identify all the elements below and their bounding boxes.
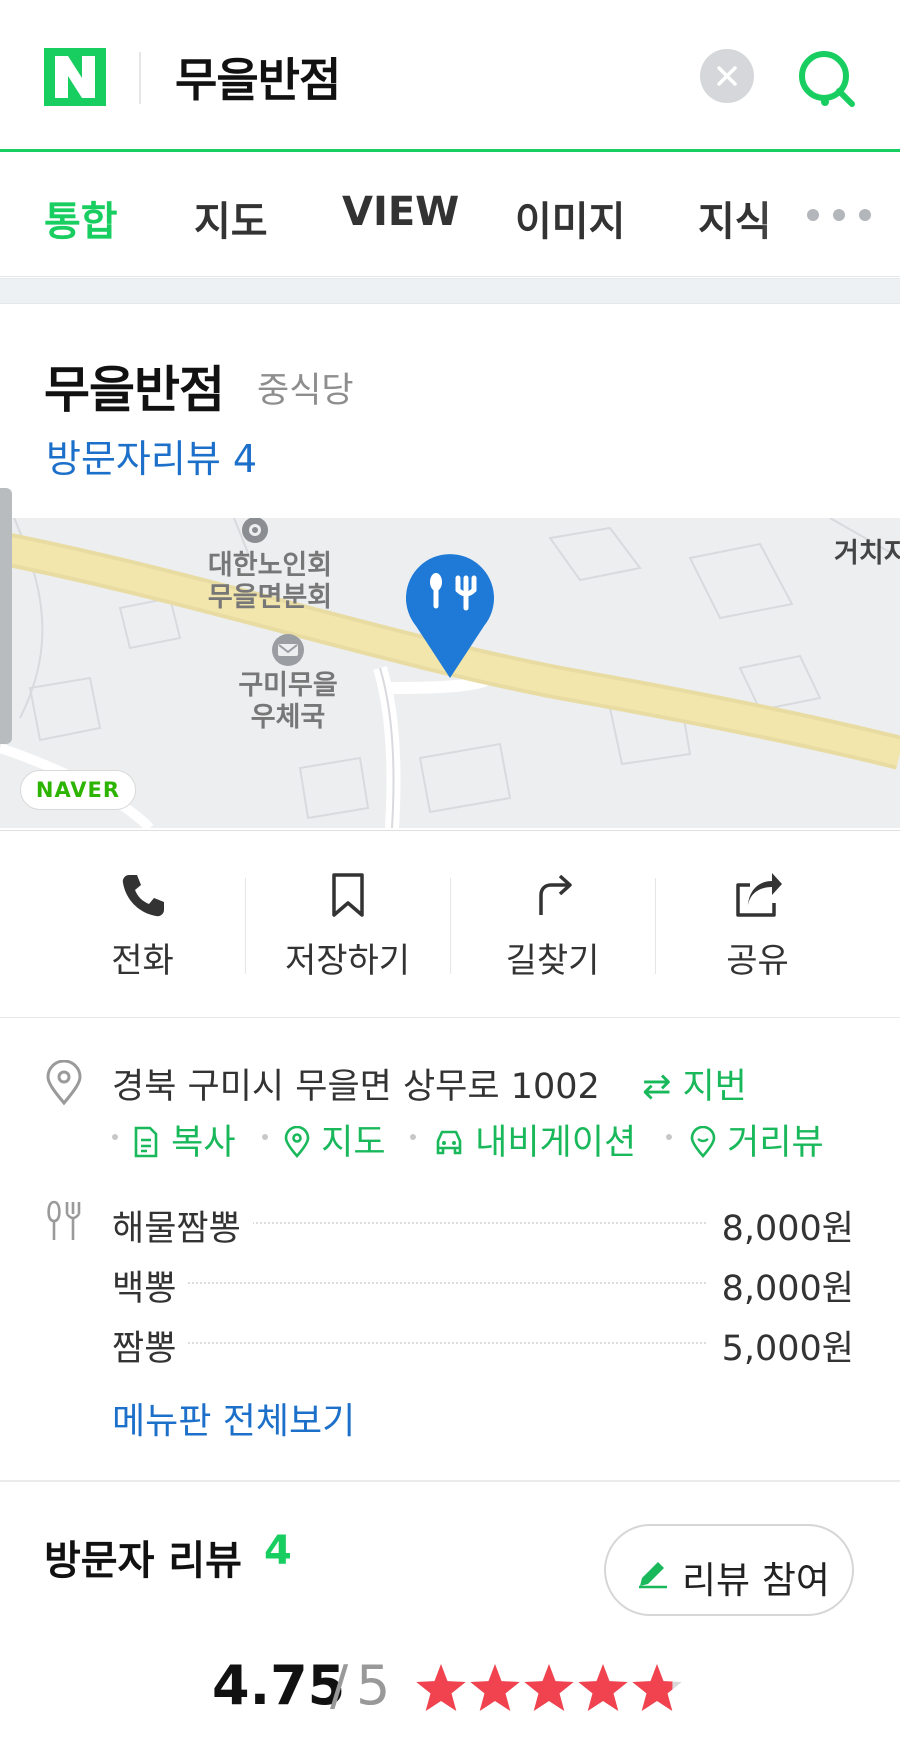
link-dot bbox=[666, 1134, 672, 1140]
tab-images[interactable]: 이미지 bbox=[515, 189, 625, 247]
tab-view[interactable]: VIEW bbox=[342, 189, 459, 235]
share-label: 공유 bbox=[726, 941, 789, 981]
navigation-link[interactable]: 내비게이션 bbox=[434, 1114, 636, 1165]
map-label: 지도 bbox=[321, 1123, 386, 1163]
place-name[interactable]: 무을반점 bbox=[44, 350, 225, 422]
menu-item-price: 5,000원 bbox=[707, 1320, 854, 1371]
tab-map[interactable]: 지도 bbox=[194, 189, 268, 247]
link-dot bbox=[112, 1134, 118, 1140]
close-icon bbox=[717, 66, 737, 86]
menu-item: 해물짬뽕 8,000원 bbox=[112, 1200, 854, 1251]
place-category: 중식당 bbox=[257, 371, 354, 411]
location-pin-icon bbox=[46, 1060, 82, 1106]
copy-icon bbox=[134, 1126, 158, 1158]
naver-logo[interactable] bbox=[44, 48, 106, 106]
star-filled-icon bbox=[578, 1664, 628, 1711]
section-divider bbox=[0, 1480, 900, 1482]
address-text: 경북 구미시 무을면 상무로 1002 bbox=[112, 1067, 600, 1107]
star-filled-icon bbox=[470, 1664, 520, 1711]
search-tabs: 통합 지도 VIEW 이미지 지식 bbox=[0, 155, 900, 277]
naver-map-badge: NAVER bbox=[20, 770, 136, 810]
streetview-link[interactable]: 거리뷰 bbox=[690, 1114, 824, 1165]
streetview-label: 거리뷰 bbox=[727, 1123, 824, 1163]
view-full-menu-link[interactable]: 메뉴판 전체보기 bbox=[112, 1392, 355, 1444]
star-filled-icon bbox=[524, 1664, 574, 1711]
car-icon bbox=[436, 1130, 462, 1155]
streetview-icon bbox=[690, 1125, 716, 1158]
action-separator bbox=[655, 878, 656, 974]
link-dot bbox=[410, 1134, 416, 1140]
save-label: 저장하기 bbox=[284, 941, 411, 981]
star-filled-icon bbox=[416, 1664, 466, 1711]
copy-label: 복사 bbox=[171, 1123, 236, 1163]
search-bar: 무을반점 bbox=[0, 0, 900, 152]
clear-search-button[interactable] bbox=[700, 49, 754, 103]
logo-divider bbox=[139, 52, 141, 104]
visitor-review-link[interactable]: 방문자리뷰 4 bbox=[46, 428, 257, 483]
menu-item-name: 해물짬뽕 bbox=[112, 1200, 253, 1251]
directions-button[interactable]: 길찾기 bbox=[450, 871, 655, 991]
link-dot bbox=[262, 1134, 268, 1140]
map-label-edge: 거치지 bbox=[834, 538, 900, 569]
call-button[interactable]: 전화 bbox=[40, 871, 245, 991]
restaurant-pin-icon[interactable] bbox=[400, 552, 500, 682]
map-link[interactable]: 지도 bbox=[284, 1114, 386, 1165]
visitor-review-title: 방문자 리뷰 bbox=[44, 1538, 242, 1584]
action-separator bbox=[245, 878, 246, 974]
search-icon[interactable] bbox=[792, 44, 860, 112]
visitor-review-count: 4 bbox=[264, 1528, 292, 1574]
menu-item-name: 짬뽕 bbox=[112, 1320, 189, 1371]
write-review-label: 리뷰 참여 bbox=[682, 1559, 830, 1602]
jibun-toggle[interactable]: ⇄ 지번 bbox=[642, 1058, 747, 1109]
share-icon bbox=[735, 873, 782, 917]
scroll-handle[interactable] bbox=[0, 488, 12, 744]
map-label-senior-center: 대한노인회 무을면분회 bbox=[207, 550, 333, 613]
bookmark-icon bbox=[331, 873, 364, 917]
menu-item: 짬뽕 5,000원 bbox=[112, 1320, 854, 1371]
rating-separator: / bbox=[330, 1654, 349, 1717]
call-label: 전화 bbox=[111, 941, 174, 981]
menu-utensils-icon bbox=[47, 1200, 81, 1240]
write-review-button[interactable]: 리뷰 참여 bbox=[604, 1524, 854, 1616]
more-tabs-icon[interactable] bbox=[806, 208, 872, 222]
directions-icon bbox=[538, 874, 572, 915]
rating-max: 5 bbox=[356, 1654, 391, 1717]
directions-label: 길찾기 bbox=[505, 941, 600, 981]
menu-item-name: 백뽕 bbox=[112, 1260, 189, 1311]
map-label-post-office: 구미무을 우체국 bbox=[238, 670, 338, 733]
rating-value: 4.75 bbox=[212, 1654, 346, 1717]
menu-item-price: 8,000원 bbox=[707, 1260, 854, 1311]
map-pin-icon bbox=[284, 1125, 310, 1158]
share-button[interactable]: 공유 bbox=[655, 871, 860, 991]
copy-address-link[interactable]: 복사 bbox=[132, 1114, 236, 1165]
menu-item: 백뽕 8,000원 bbox=[112, 1260, 854, 1311]
tab-integrated[interactable]: 통합 bbox=[44, 189, 118, 247]
pencil-icon bbox=[639, 1562, 667, 1589]
section-divider bbox=[0, 278, 900, 304]
star-rating bbox=[416, 1664, 682, 1711]
menu-item-price: 8,000원 bbox=[707, 1200, 854, 1251]
phone-icon bbox=[122, 875, 164, 917]
navigation-label: 내비게이션 bbox=[475, 1123, 637, 1163]
save-button[interactable]: 저장하기 bbox=[245, 871, 450, 991]
search-input[interactable]: 무을반점 bbox=[175, 44, 341, 110]
action-separator bbox=[450, 878, 451, 974]
